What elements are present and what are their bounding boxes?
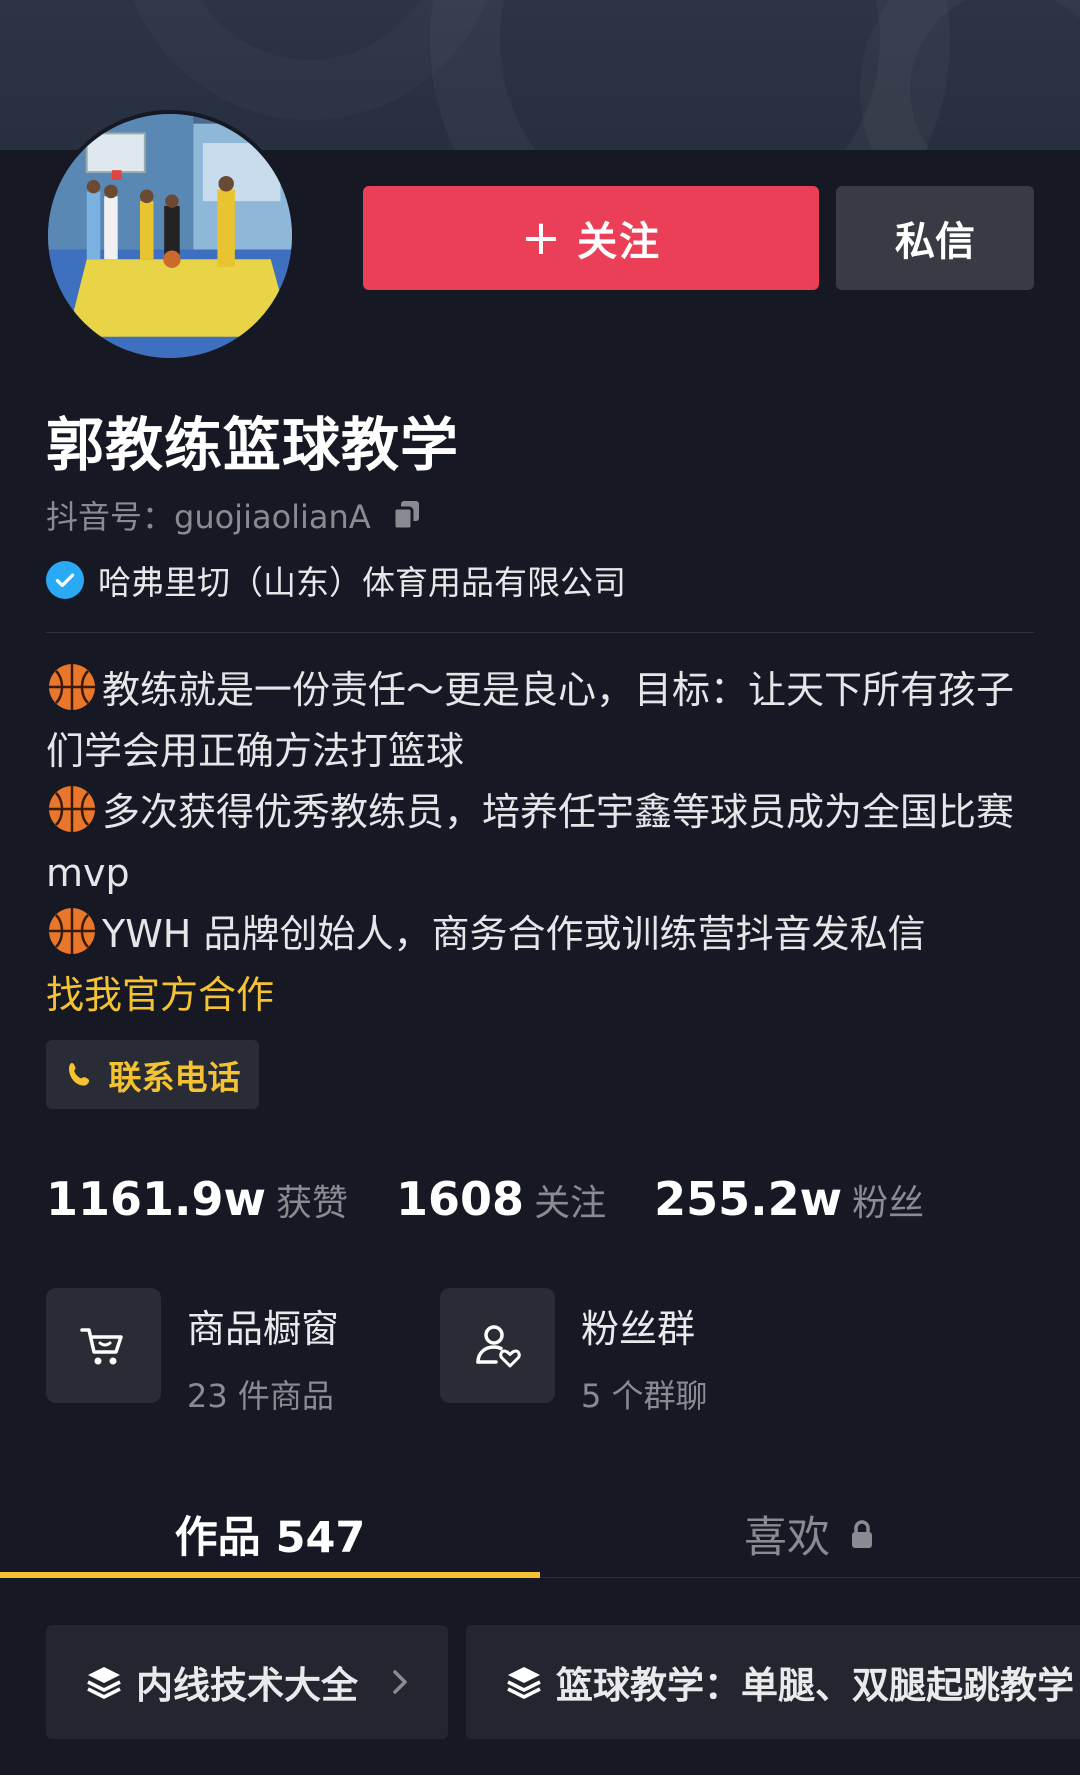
tab-likes[interactable]: 喜欢 — [540, 1490, 1080, 1578]
layers-icon — [507, 1667, 541, 1699]
bio-line: 多次获得优秀教练员，培养任宇鑫等球员成为全国比赛 mvp — [46, 782, 1034, 904]
profile-name: 郭教练篮球教学 — [46, 411, 460, 479]
tab-works[interactable]: 作品 547 — [0, 1490, 540, 1578]
tab-active-indicator — [0, 1572, 540, 1578]
shop-window-tile[interactable]: 商品橱窗 23 件商品 — [46, 1288, 339, 1417]
contact-phone-button[interactable]: 联系电话 — [46, 1040, 259, 1109]
bio: 教练就是一份责任～更是良心，目标：让天下所有孩子们学会用正确方法打篮球 多次获得… — [46, 660, 1034, 1026]
verified-row: 哈弗里切（山东）体育用品有限公司 — [46, 556, 626, 604]
collection-title: 篮球教学：单腿、双腿起跳教学 — [556, 1664, 1074, 1707]
basketball-icon — [49, 786, 95, 832]
shop-icon-box — [46, 1288, 161, 1403]
avatar[interactable] — [44, 110, 296, 362]
stat-likes[interactable]: 1161.9w 获赞 — [46, 1172, 348, 1226]
stats-row: 1161.9w 获赞 1608 关注 255.2w 粉丝 — [46, 1172, 972, 1226]
content-tabs: 作品 547 喜欢 — [0, 1490, 1080, 1578]
plus-icon: + — [520, 210, 564, 266]
copy-icon[interactable] — [389, 497, 425, 533]
follow-button[interactable]: + 关注 — [363, 186, 819, 290]
douyin-id-row: 抖音号：guojiaolianA — [46, 492, 425, 538]
stat-following[interactable]: 1608 关注 — [396, 1172, 606, 1226]
fans-group-title: 粉丝群 — [581, 1307, 696, 1351]
phone-icon — [68, 1062, 89, 1086]
fans-group-tile[interactable]: 粉丝群 5 个群聊 — [440, 1288, 708, 1417]
fans-group-icon-box — [440, 1288, 555, 1403]
collection-card[interactable]: 内线技术大全 — [46, 1625, 448, 1739]
douyin-id: 抖音号：guojiaolianA — [46, 498, 371, 536]
fans-group-subtitle: 5 个群聊 — [581, 1377, 708, 1415]
collection-card[interactable]: 篮球教学：单腿、双腿起跳教学 — [466, 1625, 1080, 1739]
bio-official-link[interactable]: 找我官方合作 — [46, 965, 1034, 1026]
shop-window-title: 商品橱窗 — [187, 1307, 340, 1351]
chevron-right-icon — [393, 1670, 407, 1694]
verified-org: 哈弗里切（山东）体育用品有限公司 — [98, 563, 626, 602]
basketball-icon — [49, 908, 95, 954]
divider — [46, 632, 1034, 633]
message-button-label: 私信 — [895, 219, 975, 265]
bio-line: 教练就是一份责任～更是良心，目标：让天下所有孩子们学会用正确方法打篮球 — [46, 660, 1034, 782]
cart-icon — [79, 1327, 123, 1364]
shop-window-subtitle: 23 件商品 — [187, 1377, 334, 1415]
lock-icon — [852, 1520, 872, 1548]
contact-phone-label: 联系电话 — [108, 1057, 241, 1097]
collection-title: 内线技术大全 — [136, 1664, 358, 1707]
layers-icon — [87, 1667, 121, 1699]
message-button[interactable]: 私信 — [836, 186, 1034, 290]
stat-followers[interactable]: 255.2w 粉丝 — [654, 1172, 924, 1226]
follow-button-label: 关注 — [577, 219, 662, 265]
basketball-icon — [49, 664, 95, 710]
verified-check-icon — [46, 561, 84, 599]
fans-group-icon — [475, 1324, 521, 1367]
avatar-photo — [48, 114, 292, 358]
bio-line: YWH 品牌创始人，商务合作或训练营抖音发私信 — [46, 904, 1034, 965]
